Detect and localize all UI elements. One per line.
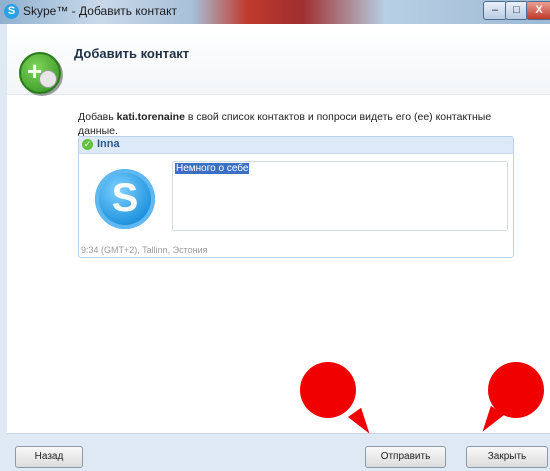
contact-card: ✓ Inna S Немного о себе 9:34 (GMT+2), Ta… [78,136,514,258]
annotation-marker-close [475,362,544,437]
minimize-button[interactable]: – [483,1,507,20]
close-button[interactable]: Закрыть [466,446,548,468]
annotation-marker-send [300,362,377,439]
skype-avatar-icon: S [95,169,155,229]
dialog-header: + Добавить контакт [7,24,550,95]
close-window-button[interactable]: X [526,1,550,20]
online-status-icon: ✓ [82,139,93,150]
contact-name: Inna [97,138,120,150]
title-bar: S Skype™ - Добавить контакт – □ X [0,0,550,24]
about-field[interactable]: Немного о себе [172,161,508,231]
page-title: Добавить контакт [74,46,190,61]
dialog-body: + Добавить контакт Добавь kati.torenaine… [7,24,550,471]
send-button[interactable]: Отправить [365,446,446,468]
window-title: Skype™ - Добавить контакт [23,4,177,18]
description-text: Добавь kati.torenaine в свой список конт… [78,111,492,137]
back-button[interactable]: Назад [15,446,83,468]
timezone-text: 9:34 (GMT+2), Tallinn, Эстония [81,245,208,255]
about-placeholder-text: Немного о себе [175,163,250,174]
add-contact-icon: + [19,52,61,94]
skype-app-icon: S [4,4,19,19]
skype-window: S Skype™ - Добавить контакт – □ X + Доба… [0,0,550,471]
maximize-button[interactable]: □ [505,1,528,20]
dialog-footer: Назад Отправить Закрыть [7,433,550,471]
contact-card-header: ✓ Inna [79,137,513,154]
contact-username: kati.torenaine [116,111,185,123]
